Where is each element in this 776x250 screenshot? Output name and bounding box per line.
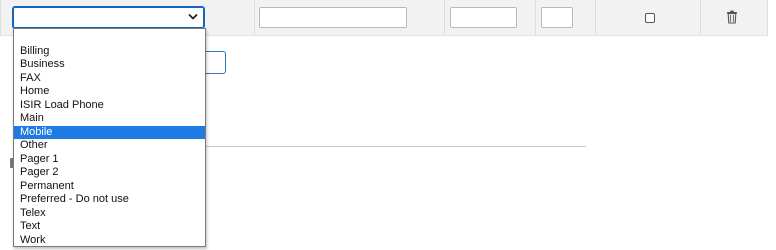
phone-type-select[interactable] (12, 6, 205, 29)
chevron-down-icon (188, 14, 198, 20)
dropdown-option[interactable]: Main (14, 112, 205, 126)
divider (205, 146, 586, 147)
dropdown-option[interactable]: FAX (14, 72, 205, 86)
extension-input[interactable] (450, 7, 517, 28)
dropdown-option[interactable]: Text (14, 220, 205, 234)
dropdown-option[interactable]: Work (14, 234, 205, 248)
primary-checkbox[interactable] (645, 13, 655, 23)
cell-divider (535, 0, 536, 35)
cell-divider (444, 0, 445, 35)
cell-divider (254, 0, 255, 35)
dropdown-option[interactable]: Billing (14, 45, 205, 59)
dropdown-option[interactable]: Home (14, 85, 205, 99)
dropdown-option[interactable]: Mobile (14, 125, 205, 139)
dropdown-option[interactable]: Pager 2 (14, 166, 205, 180)
dropdown-option[interactable]: Permanent (14, 180, 205, 194)
country-code-input[interactable] (541, 7, 573, 28)
cell-divider (767, 0, 768, 35)
cell-divider (700, 0, 701, 35)
trash-icon[interactable] (726, 10, 738, 24)
phone-type-dropdown-list[interactable]: Billing Business FAX Home ISIR Load Phone Mai… (13, 28, 206, 247)
phone-number-input[interactable] (259, 7, 407, 28)
dropdown-option[interactable]: Business (14, 58, 205, 72)
cell-divider (0, 0, 1, 35)
phone-editor: Billing Business FAX Home ISIR Load Phone Mai… (0, 0, 776, 250)
dropdown-option[interactable]: Other (14, 139, 205, 153)
dropdown-option[interactable]: Pager 1 (14, 153, 205, 167)
dropdown-option[interactable]: Telex (14, 207, 205, 221)
dropdown-option[interactable]: ISIR Load Phone (14, 99, 205, 113)
dropdown-option[interactable]: Preferred - Do not use (14, 193, 205, 207)
dropdown-option[interactable] (14, 31, 205, 45)
cell-divider (595, 0, 596, 35)
